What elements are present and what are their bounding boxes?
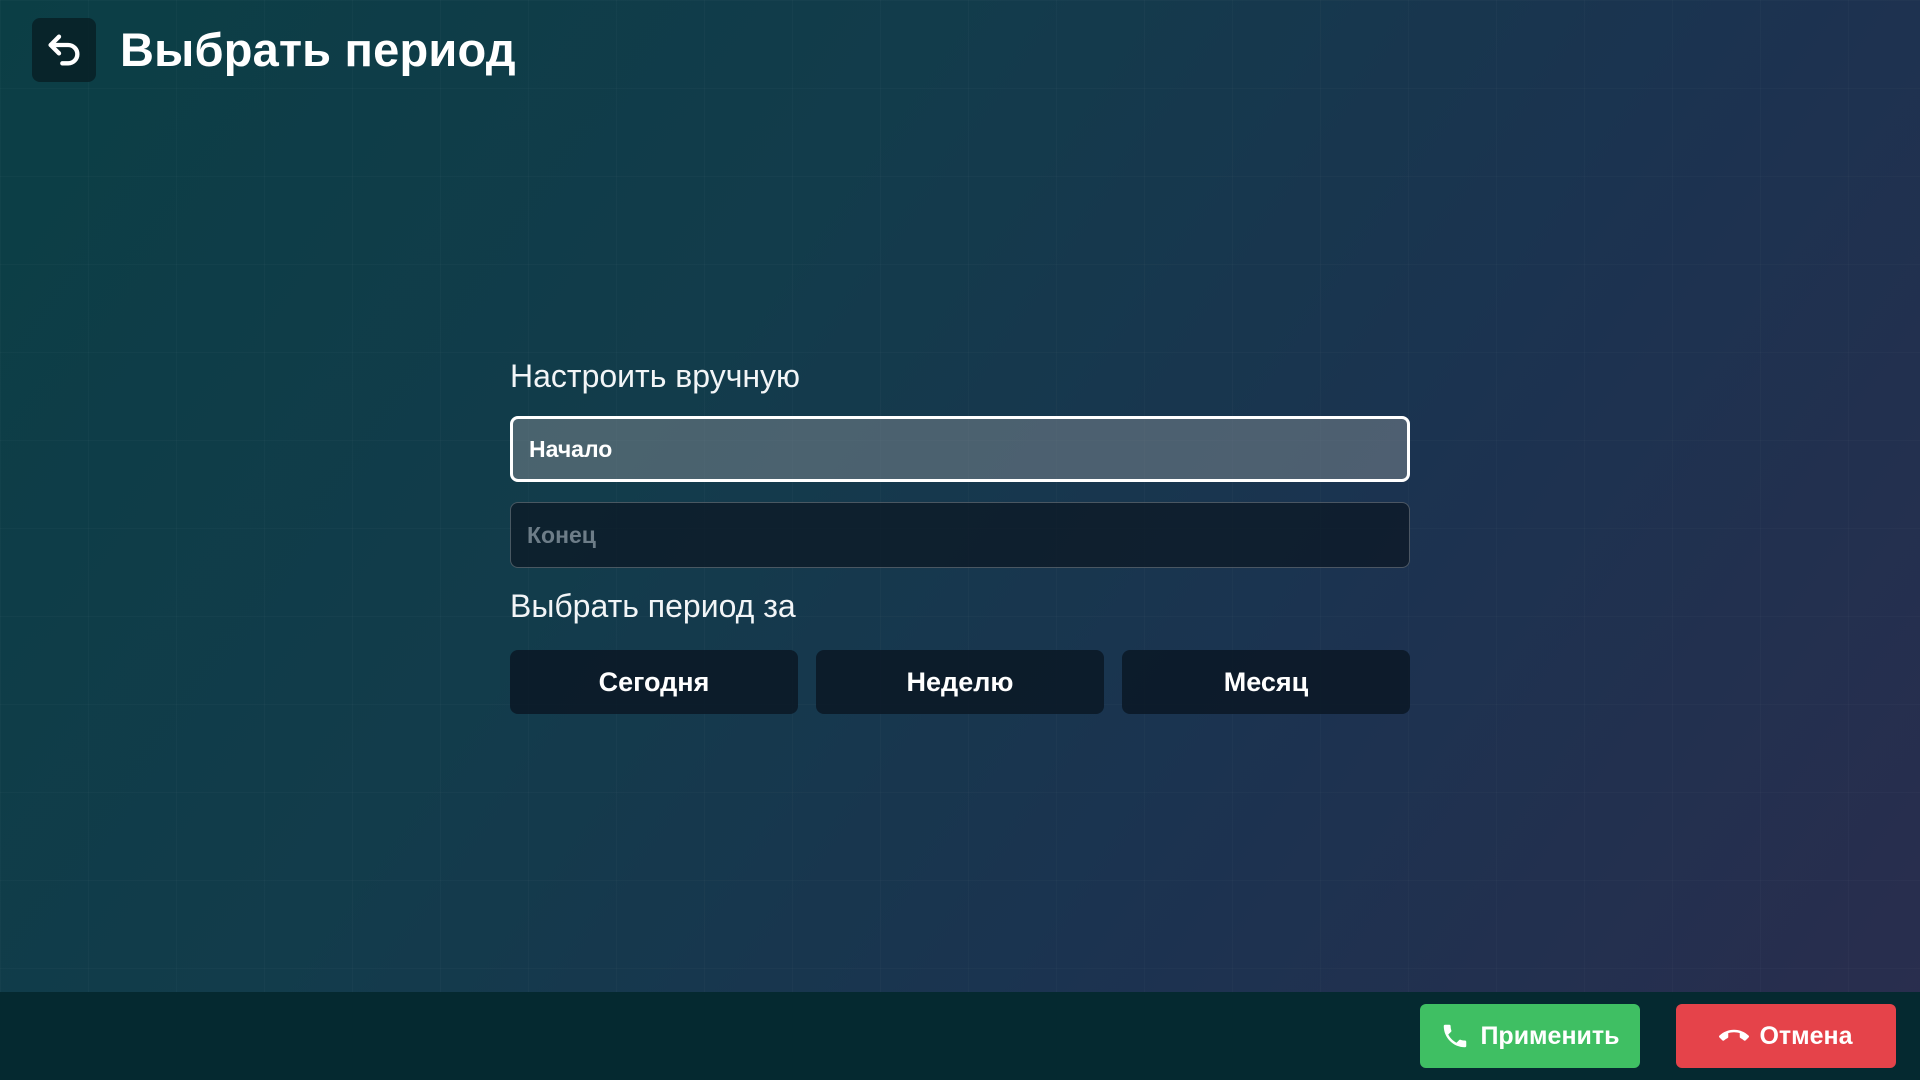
footer-bar: Применить Отмена — [0, 992, 1920, 1080]
back-button[interactable] — [32, 18, 96, 82]
end-date-field[interactable]: Конец — [510, 502, 1410, 568]
apply-label: Применить — [1480, 1021, 1620, 1050]
today-button[interactable]: Сегодня — [510, 650, 798, 714]
hang-up-icon — [1719, 1029, 1750, 1041]
undo-arrow-icon — [48, 34, 80, 66]
cancel-button[interactable]: Отмена — [1676, 1004, 1896, 1068]
apply-button[interactable]: Применить — [1420, 1004, 1640, 1068]
page-title: Выбрать период — [120, 23, 516, 76]
start-date-label: Начало — [529, 435, 613, 462]
start-date-field[interactable]: Начало — [510, 416, 1410, 482]
header: Выбрать период — [32, 18, 516, 82]
month-button[interactable]: Месяц — [1122, 650, 1410, 714]
preset-section-label: Выбрать период за — [510, 588, 796, 624]
end-date-label: Конец — [527, 521, 596, 548]
cancel-label: Отмена — [1759, 1021, 1853, 1050]
week-button[interactable]: Неделю — [816, 650, 1104, 714]
manual-section-label: Настроить вручную — [510, 358, 801, 394]
preset-buttons: Сегодня Неделю Месяц — [510, 650, 1410, 714]
phone-icon — [1444, 1024, 1467, 1048]
period-panel: Настроить вручную Начало Конец Выбрать п… — [510, 352, 1410, 714]
